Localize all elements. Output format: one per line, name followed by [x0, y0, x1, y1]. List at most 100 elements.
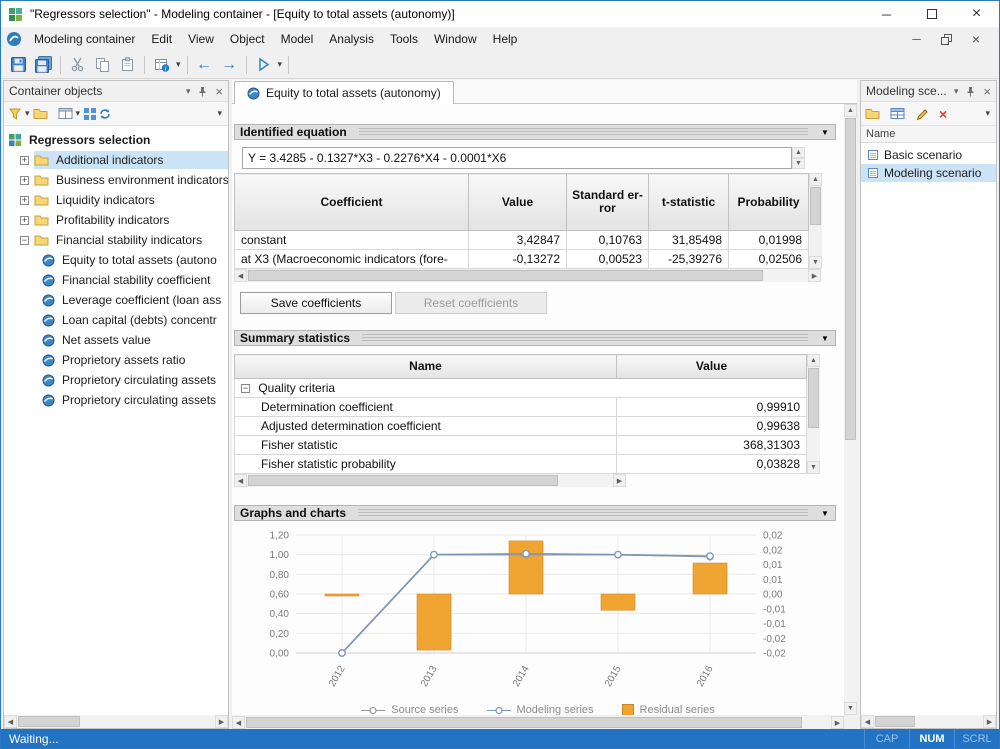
- toolbar-more-dropdown[interactable]: ▾: [983, 108, 992, 119]
- panel-close-button[interactable]: ×: [215, 84, 223, 99]
- save-coefficients-button[interactable]: Save coefficients: [240, 292, 392, 314]
- tree-item-model[interactable]: Proprietory assets ratio: [4, 350, 228, 370]
- column-header-tstat[interactable]: t-statistic: [649, 174, 729, 231]
- collapse-icon[interactable]: −: [241, 384, 250, 393]
- scroll-right-button[interactable]: ▶: [831, 716, 844, 729]
- tree-item-folder[interactable]: + Liquidity indicators: [4, 190, 228, 210]
- collapse-section-button[interactable]: ▼: [816, 126, 834, 138]
- table-row[interactable]: constant 3,42847 0,10763 31,85498 0,0199…: [235, 231, 809, 250]
- summary-table-hscrollbar[interactable]: ◀ ▶: [234, 474, 626, 487]
- tree-item-folder[interactable]: − Financial stability indicators: [4, 230, 228, 250]
- summary-statistics-section-header[interactable]: Summary statistics ▼: [234, 330, 836, 346]
- menu-view[interactable]: View: [180, 29, 222, 49]
- grid-view-icon[interactable]: [83, 107, 97, 121]
- panel-close-button[interactable]: ×: [983, 84, 991, 99]
- panel-menu-dropdown[interactable]: ▾: [954, 86, 959, 97]
- panel-menu-dropdown[interactable]: ▾: [186, 86, 191, 97]
- scroll-left-button[interactable]: ◀: [4, 715, 17, 728]
- scenarios-column-header[interactable]: Name: [861, 126, 996, 143]
- menu-tools[interactable]: Tools: [382, 29, 426, 49]
- collapse-section-button[interactable]: ▼: [816, 507, 834, 519]
- list-item-basic-scenario[interactable]: Basic scenario: [861, 146, 996, 164]
- tree-item-model[interactable]: Financial stability coefficient: [4, 270, 228, 290]
- scrollbar-thumb[interactable]: [845, 118, 856, 440]
- graphs-section-header[interactable]: Graphs and charts ▼: [234, 505, 836, 521]
- tree-item-folder[interactable]: + Profitability indicators: [4, 210, 228, 230]
- scrollbar-thumb[interactable]: [810, 187, 821, 225]
- scroll-right-button[interactable]: ▶: [808, 269, 821, 282]
- menu-edit[interactable]: Edit: [143, 29, 180, 49]
- run-dropdown[interactable]: ▾: [276, 59, 285, 70]
- view-pane-icon[interactable]: [58, 107, 73, 120]
- scenarios-hscrollbar[interactable]: ◀ ▶: [861, 715, 996, 728]
- content-hscrollbar[interactable]: ◀ ▶: [232, 716, 844, 729]
- scroll-right-button[interactable]: ▶: [983, 715, 996, 728]
- maximize-button[interactable]: [909, 1, 954, 27]
- tab-equity-to-total-assets[interactable]: Equity to total assets (autonomy): [234, 81, 454, 104]
- tree-item-model[interactable]: Proprietory circulating assets: [4, 370, 228, 390]
- table-icon[interactable]: [890, 107, 905, 120]
- view-pane-dropdown[interactable]: ▾: [74, 108, 83, 119]
- scroll-down-button[interactable]: ▼: [809, 256, 822, 269]
- formula-scroll-up[interactable]: ▲: [792, 147, 805, 158]
- scroll-down-button[interactable]: ▼: [844, 702, 857, 715]
- table-row[interactable]: Fisher statistic 368,31303: [235, 436, 807, 455]
- tree-item-folder[interactable]: + Business environment indicators: [4, 170, 228, 190]
- save-button[interactable]: [6, 53, 31, 76]
- menu-model[interactable]: Model: [273, 29, 322, 49]
- tree-hscrollbar[interactable]: ◀ ▶: [4, 715, 228, 728]
- column-header-probability[interactable]: Probability: [729, 174, 809, 231]
- reset-coefficients-button[interactable]: Reset coefficients: [395, 292, 547, 314]
- back-button[interactable]: ←: [192, 53, 217, 76]
- coefficients-table-hscrollbar[interactable]: ◀ ▶: [234, 269, 821, 282]
- tree-item-model[interactable]: Equity to total assets (autono: [4, 250, 228, 270]
- scroll-up-button[interactable]: ▲: [844, 104, 857, 117]
- expand-icon[interactable]: +: [20, 196, 29, 205]
- edit-pencil-icon[interactable]: [915, 107, 929, 121]
- folder-icon[interactable]: [33, 107, 48, 120]
- scroll-left-button[interactable]: ◀: [861, 715, 874, 728]
- identified-equation-section-header[interactable]: Identified equation ▼: [234, 124, 836, 140]
- cut-button[interactable]: [65, 53, 90, 76]
- scroll-left-button[interactable]: ◀: [232, 716, 245, 729]
- equation-formula-field[interactable]: Y = 3.4285 - 0.1327*X3 - 0.2276*X4 - 0.0…: [242, 147, 792, 169]
- summary-table-vscrollbar[interactable]: ▲ ▼: [807, 354, 820, 474]
- coefficients-table-vscrollbar[interactable]: ▲ ▼: [809, 173, 822, 269]
- list-item-modeling-scenario[interactable]: Modeling scenario: [861, 164, 996, 182]
- scrollbar-thumb[interactable]: [248, 270, 763, 281]
- scroll-down-button[interactable]: ▼: [807, 461, 820, 474]
- tree-item-folder[interactable]: + Additional indicators: [4, 150, 228, 170]
- refresh-icon[interactable]: [98, 107, 112, 121]
- expand-icon[interactable]: +: [20, 176, 29, 185]
- content-vscrollbar[interactable]: ▲ ▼: [844, 104, 857, 715]
- filter-dropdown[interactable]: ▾: [23, 108, 32, 119]
- table-row[interactable]: at X3 (Macroeconomic indicators (fore- -…: [235, 250, 809, 269]
- tree-item-root[interactable]: Regressors selection: [4, 130, 228, 150]
- forward-button[interactable]: →: [217, 53, 242, 76]
- mdi-close-button[interactable]: ×: [972, 31, 980, 47]
- scrollbar-thumb[interactable]: [246, 717, 802, 728]
- collapse-icon[interactable]: −: [20, 236, 29, 245]
- save-all-button[interactable]: [31, 53, 56, 76]
- scroll-right-button[interactable]: ▶: [613, 474, 626, 487]
- column-header-name[interactable]: Name: [235, 355, 617, 379]
- tree-item-model[interactable]: Proprietory circulating assets: [4, 390, 228, 410]
- scrollbar-thumb[interactable]: [808, 368, 819, 428]
- table-row[interactable]: Adjusted determination coefficient 0,996…: [235, 417, 807, 436]
- menu-object[interactable]: Object: [222, 29, 273, 49]
- tree-item-model[interactable]: Leverage coefficient (loan ass: [4, 290, 228, 310]
- tree-item-model[interactable]: Loan capital (debts) concentr: [4, 310, 228, 330]
- column-header-value[interactable]: Value: [469, 174, 567, 231]
- report-dropdown[interactable]: ▾: [174, 59, 183, 70]
- expand-icon[interactable]: +: [20, 156, 29, 165]
- scrollbar-thumb[interactable]: [875, 716, 915, 727]
- expand-icon[interactable]: +: [20, 216, 29, 225]
- scroll-up-button[interactable]: ▲: [809, 173, 822, 186]
- table-row[interactable]: Determination coefficient 0,99910: [235, 398, 807, 417]
- column-header-coefficient[interactable]: Coefficient: [235, 174, 469, 231]
- delete-icon[interactable]: ×: [939, 106, 947, 122]
- filter-icon[interactable]: [8, 107, 22, 121]
- menu-help[interactable]: Help: [485, 29, 526, 49]
- folder-icon[interactable]: [865, 107, 880, 120]
- collapse-section-button[interactable]: ▼: [816, 332, 834, 344]
